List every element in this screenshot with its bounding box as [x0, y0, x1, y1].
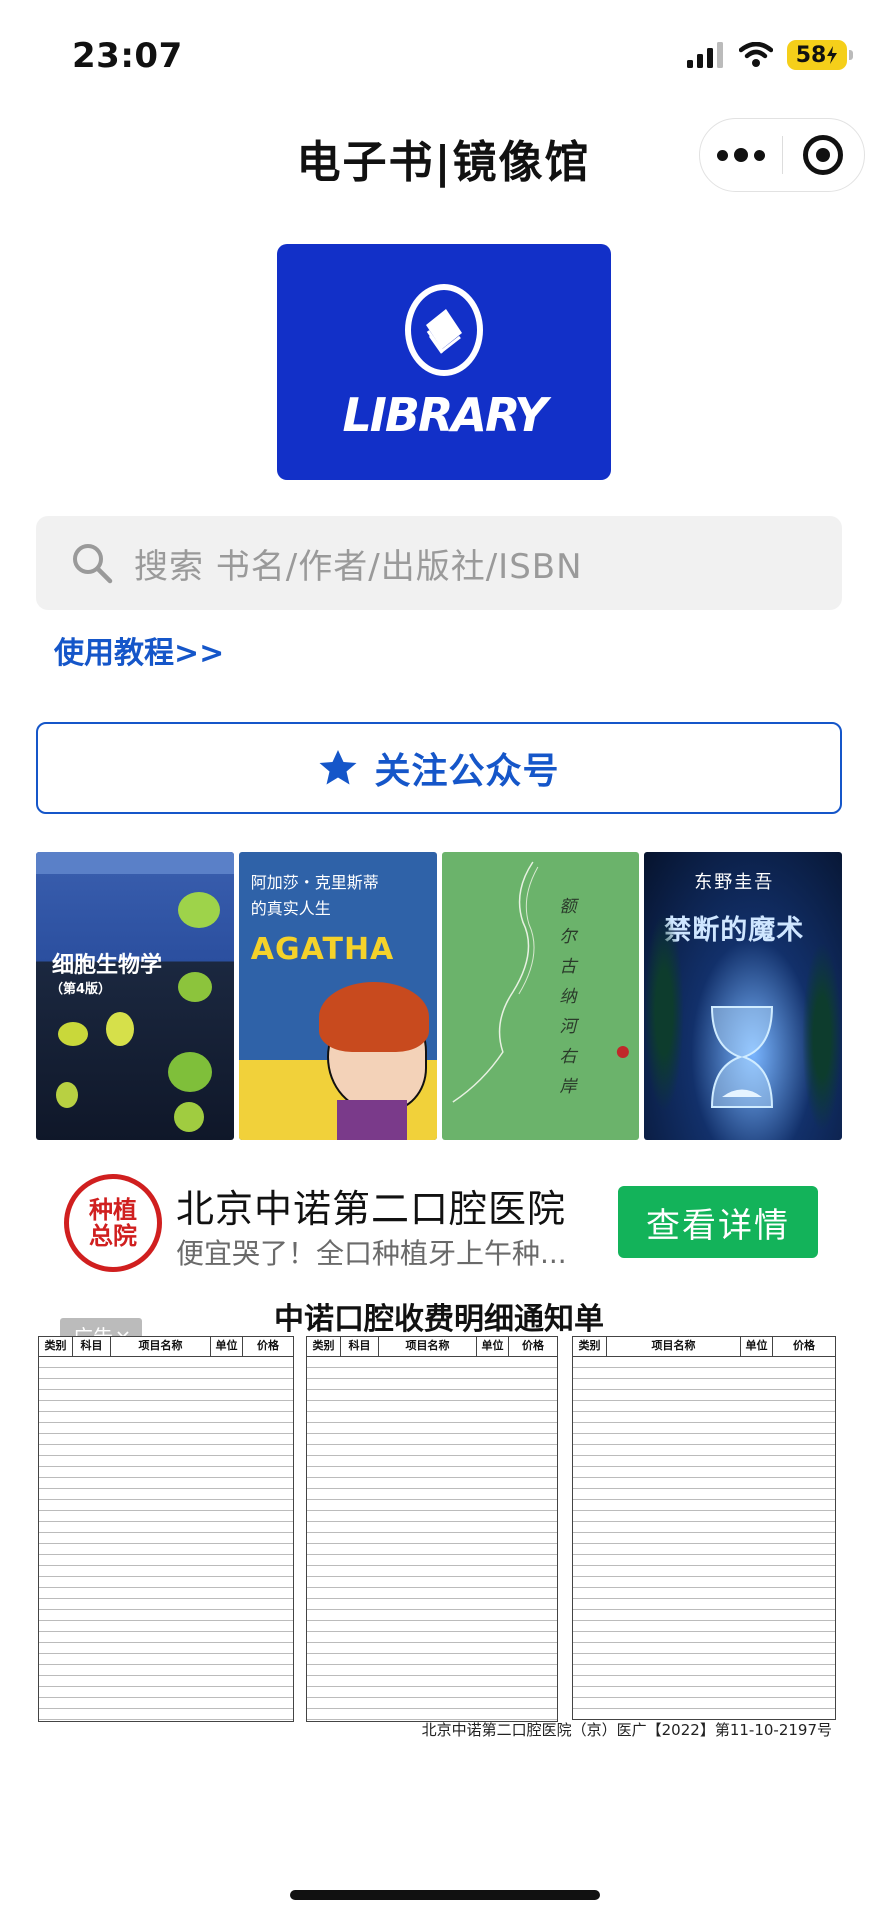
title-bar: 电子书|镜像馆	[0, 110, 887, 200]
book-cover-3[interactable]: 额尔古纳河右岸	[441, 852, 640, 1140]
follow-account-button[interactable]: 关注公众号	[36, 722, 842, 814]
col-subject: 科目	[341, 1337, 379, 1356]
price-table-2: 类别 科目 项目名称 单位 价格	[306, 1336, 558, 1722]
hospital-logo: 种植 总院	[64, 1174, 162, 1272]
signal-icon	[687, 42, 723, 68]
close-program-icon[interactable]	[783, 119, 865, 191]
search-input[interactable]: 搜索 书名/作者/出版社/ISBN	[36, 516, 842, 610]
ad-card[interactable]: 种植 总院 北京中诺第二口腔医院 便宜哭了！全口种植牙上午种... 查看详情	[36, 1170, 842, 1282]
book-title-3: 额尔古纳河右岸	[559, 897, 577, 1097]
book-cover-4[interactable]: 东野圭吾 禁断的魔术	[644, 852, 842, 1140]
col-item: 项目名称	[607, 1337, 741, 1356]
follow-label: 关注公众号	[374, 751, 560, 792]
search-icon	[70, 541, 114, 585]
col-price: 价格	[522, 1339, 544, 1352]
library-logo: LIBRARY	[277, 244, 611, 480]
col-unit: 单位	[211, 1337, 243, 1356]
book-edition-1: （第4版）	[50, 982, 112, 997]
search-placeholder: 搜索 书名/作者/出版社/ISBN	[134, 546, 583, 587]
book-title-4: 禁断的魔术	[664, 915, 805, 946]
col-item: 项目名称	[379, 1337, 477, 1356]
col-price: 价格	[257, 1339, 279, 1352]
ad-title: 北京中诺第二口腔医院	[176, 1187, 567, 1231]
col-item: 项目名称	[111, 1337, 211, 1356]
book-subtitle-2: AGATHA	[250, 932, 395, 967]
col-subject: 科目	[73, 1337, 111, 1356]
book-carousel: 细胞生物学 （第4版） 阿加莎・克里斯蒂的真实人生 AGATHA 额尔古纳河右岸…	[36, 852, 842, 1140]
view-details-button[interactable]: 查看详情	[618, 1186, 818, 1258]
ad-license-text: 北京中诺第二口腔医院（京）医广【2022】第11-10-2197号	[421, 1721, 832, 1739]
star-icon	[319, 750, 357, 785]
mini-program-capsule	[699, 118, 865, 192]
ad-image-title: 中诺口腔收费明细通知单	[274, 1302, 604, 1337]
book-icon	[405, 284, 483, 376]
wifi-icon	[739, 42, 773, 67]
more-options-icon[interactable]	[700, 119, 782, 191]
logo-line-2: 总院	[89, 1222, 137, 1250]
col-price: 价格	[793, 1339, 815, 1352]
book-cover-1[interactable]: 细胞生物学 （第4版）	[36, 852, 234, 1140]
col-unit: 单位	[477, 1337, 509, 1356]
ad-subtitle: 便宜哭了！全口种植牙上午种...	[176, 1237, 567, 1270]
col-unit: 单位	[741, 1337, 773, 1356]
ad-image[interactable]: 中诺口腔收费明细通知单 广告 类别 科目 项目名称 单位 价格 类别 科目 项目…	[36, 1294, 842, 1746]
col-category: 类别	[307, 1337, 341, 1356]
book-cover-2[interactable]: 阿加莎・克里斯蒂的真实人生 AGATHA	[238, 852, 437, 1140]
battery-icon: 58	[787, 40, 853, 70]
tutorial-link[interactable]: 使用教程>>	[54, 628, 224, 672]
battery-level: 58	[795, 42, 827, 68]
status-icons: 58	[687, 40, 853, 70]
logo-line-1: 种植	[89, 1196, 137, 1224]
col-category: 类别	[39, 1337, 73, 1356]
col-category: 类别	[573, 1337, 607, 1356]
book-title-2: 阿加莎・克里斯蒂的真实人生	[250, 873, 379, 918]
status-bar: 23:07 58	[0, 0, 887, 110]
book-title-1: 细胞生物学	[52, 953, 163, 978]
price-table-1: 类别 科目 项目名称 单位 价格	[38, 1336, 294, 1722]
price-table-3: 类别 项目名称 单位 价格	[572, 1336, 836, 1720]
logo-text: LIBRARY	[342, 388, 547, 442]
home-indicator[interactable]	[290, 1890, 600, 1900]
book-author-4: 东野圭吾	[694, 872, 775, 893]
status-time: 23:07	[72, 36, 183, 76]
